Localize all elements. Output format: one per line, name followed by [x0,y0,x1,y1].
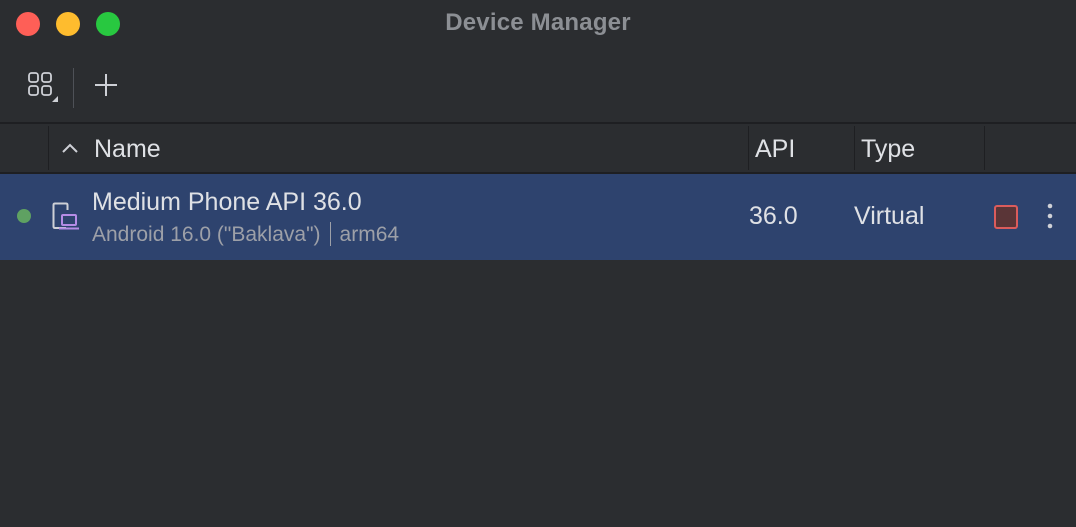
more-actions-icon[interactable] [1040,202,1060,230]
toolbar [0,46,1076,122]
table-header: Name API Type [0,124,1076,174]
column-divider[interactable] [984,126,985,170]
column-header-name[interactable]: Name [94,135,161,164]
add-device-button[interactable] [89,68,123,102]
sort-ascending-icon[interactable] [60,138,80,158]
column-divider[interactable] [748,126,749,170]
device-api-level: 36.0 [749,202,798,230]
device-os-version: Android 16.0 ("Baklava") [92,223,321,246]
column-header-api[interactable]: API [755,135,795,164]
column-divider[interactable] [48,126,49,170]
title-bar: Device Manager [0,0,1076,46]
plus-icon [95,74,117,96]
running-status-icon [17,209,31,223]
device-row[interactable]: Medium Phone API 36.0 Android 16.0 ("Bak… [0,174,1076,260]
device-name: Medium Phone API 36.0 [92,188,362,216]
view-options-button[interactable] [24,68,58,102]
virtual-phone-icon [52,202,79,230]
grid-view-icon [28,72,58,102]
device-details: Android 16.0 ("Baklava") arm64 [92,222,399,247]
column-header-type[interactable]: Type [861,135,915,164]
column-divider[interactable] [854,126,855,170]
device-architecture: arm64 [339,223,400,246]
device-type: Virtual [854,202,925,230]
stop-device-button[interactable] [994,205,1018,229]
details-separator [329,222,331,246]
device-manager-window: Device Manager Name API Type Medium Phon… [0,0,1076,527]
toolbar-separator [73,68,74,108]
window-title: Device Manager [445,9,631,36]
